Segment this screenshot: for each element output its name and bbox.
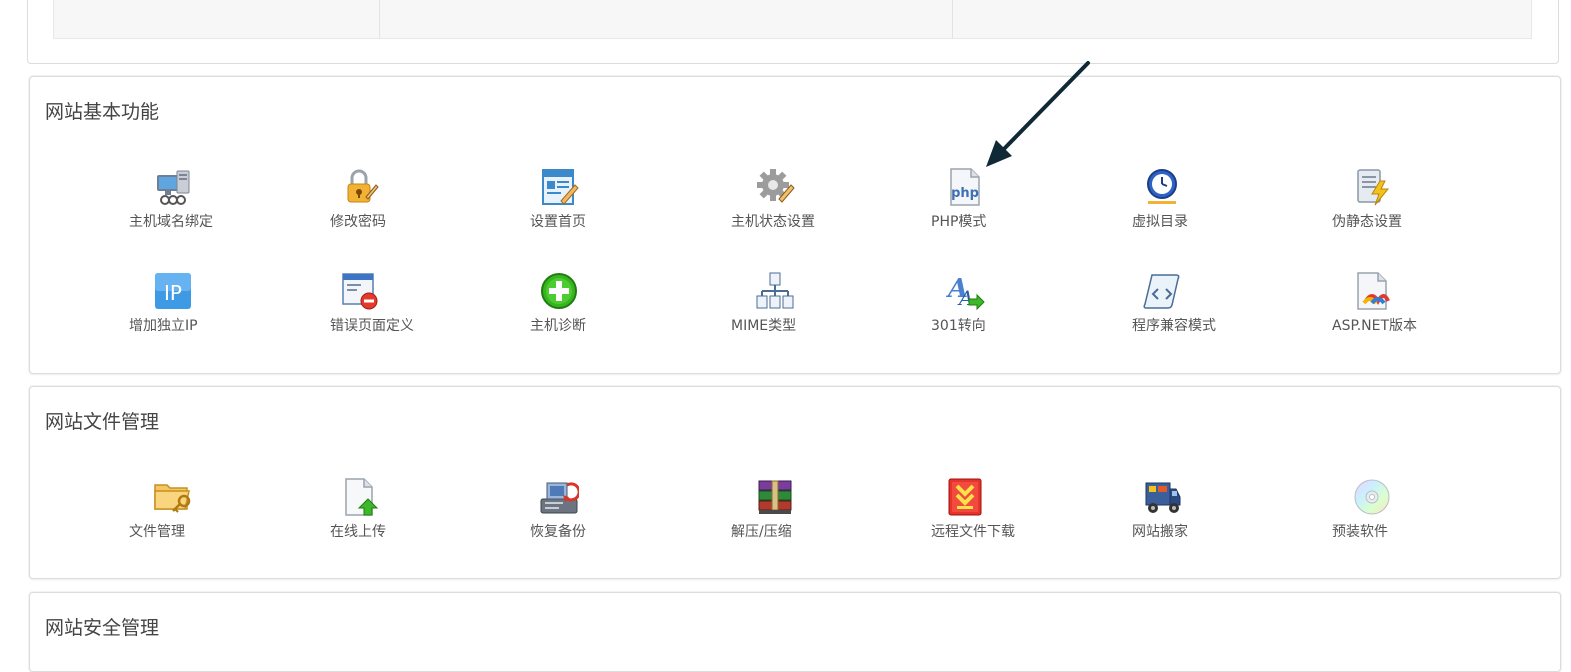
svg-text:php: php bbox=[951, 186, 979, 201]
lock-edit-icon bbox=[340, 167, 380, 207]
function-item-label: 伪静态设置 bbox=[1332, 214, 1402, 230]
function-item-label: PHP模式 bbox=[931, 214, 987, 230]
cd-disc-icon bbox=[1352, 477, 1392, 517]
function-item-2-1-5[interactable]: 远程文件下载 bbox=[931, 477, 1101, 547]
php-file-icon: php bbox=[945, 167, 985, 207]
top-panel bbox=[27, 0, 1559, 64]
folder-key-icon bbox=[153, 477, 193, 517]
function-item-label: 301转向 bbox=[931, 318, 986, 334]
function-item-1-1-5[interactable]: php PHP模式 bbox=[931, 167, 1101, 237]
function-item-2-1-2[interactable]: 在线上传 bbox=[330, 477, 500, 547]
function-item-2-1-1[interactable]: 文件管理 bbox=[129, 477, 299, 547]
function-item-1-1-3[interactable]: 设置首页 bbox=[530, 167, 700, 237]
function-item-1-1-2[interactable]: 修改密码 bbox=[330, 167, 500, 237]
section-title: 网站安全管理 bbox=[45, 617, 160, 639]
section-basic-functions: 网站基本功能 主机域名绑定 修改密码 设置首页 主机状态设置 php PHP模式 虚拟目录伪… bbox=[29, 76, 1561, 374]
section-security-management: 网站安全管理 bbox=[29, 592, 1561, 672]
function-item-label: MIME类型 bbox=[731, 318, 797, 334]
function-item-label: 修改密码 bbox=[330, 214, 386, 230]
scroll-code-icon bbox=[1142, 271, 1182, 311]
red-download-icon bbox=[945, 477, 985, 517]
archive-books-icon bbox=[755, 477, 795, 517]
svg-text:IP: IP bbox=[164, 281, 182, 305]
computer-network-icon bbox=[153, 167, 193, 207]
function-item-label: 恢复备份 bbox=[530, 524, 586, 540]
function-item-1-2-2[interactable]: 错误页面定义 bbox=[330, 271, 500, 341]
function-item-label: 解压/压缩 bbox=[731, 524, 792, 540]
page-edit-icon bbox=[539, 167, 579, 207]
table-column-divider bbox=[379, 0, 380, 38]
function-item-2-1-4[interactable]: 解压/压缩 bbox=[731, 477, 901, 547]
function-item-2-1-6[interactable]: 网站搬家 bbox=[1132, 477, 1302, 547]
function-item-label: 主机域名绑定 bbox=[129, 214, 213, 230]
function-grid: 主机域名绑定 修改密码 设置首页 主机状态设置 php PHP模式 虚拟目录 伪静态设置 IP 增… bbox=[30, 77, 1560, 373]
function-item-1-1-7[interactable]: 伪静态设置 bbox=[1332, 167, 1502, 237]
dotnet-file-icon bbox=[1352, 271, 1392, 311]
function-item-1-1-6[interactable]: 虚拟目录 bbox=[1132, 167, 1302, 237]
function-item-1-2-3[interactable]: 主机诊断 bbox=[530, 271, 700, 341]
sitemap-icon bbox=[755, 271, 795, 311]
function-item-label: 在线上传 bbox=[330, 524, 386, 540]
function-item-label: 主机状态设置 bbox=[731, 214, 815, 230]
function-item-1-2-1[interactable]: IP 增加独立IP bbox=[129, 271, 299, 341]
function-item-label: 主机诊断 bbox=[530, 318, 586, 334]
function-item-1-1-4[interactable]: 主机状态设置 bbox=[731, 167, 901, 237]
function-item-label: 文件管理 bbox=[129, 524, 185, 540]
backup-restore-icon bbox=[539, 477, 579, 517]
gear-edit-icon bbox=[755, 167, 795, 207]
section-file-management: 网站文件管理 文件管理 在线上传 恢复备份 解压/压缩 远程文件下载 网站搬家 预装软件 bbox=[29, 386, 1561, 579]
function-item-1-2-7[interactable]: ASP.NET版本 bbox=[1332, 271, 1502, 341]
function-item-1-2-5[interactable]: A A 301转向 bbox=[931, 271, 1101, 341]
function-grid: 文件管理 在线上传 恢复备份 解压/压缩 远程文件下载 网站搬家 预装软件 bbox=[30, 387, 1560, 578]
function-item-label: 远程文件下载 bbox=[931, 524, 1015, 540]
function-item-label: 增加独立IP bbox=[129, 318, 198, 334]
function-item-label: 设置首页 bbox=[530, 214, 586, 230]
function-item-label: ASP.NET版本 bbox=[1332, 318, 1418, 334]
clock-globe-icon bbox=[1142, 167, 1182, 207]
function-item-label: 程序兼容模式 bbox=[1132, 318, 1216, 334]
svg-text:A: A bbox=[957, 286, 973, 310]
green-plus-icon bbox=[539, 271, 579, 311]
function-item-label: 网站搬家 bbox=[1132, 524, 1188, 540]
top-table bbox=[53, 0, 1532, 39]
function-item-1-2-6[interactable]: 程序兼容模式 bbox=[1132, 271, 1302, 341]
file-upload-icon bbox=[340, 477, 380, 517]
function-item-2-1-7[interactable]: 预装软件 bbox=[1332, 477, 1502, 547]
document-lightning-icon bbox=[1352, 167, 1392, 207]
font-arrow-icon: AA bbox=[945, 271, 985, 311]
window-error-icon bbox=[340, 271, 380, 311]
table-column-divider bbox=[952, 0, 953, 38]
function-item-label: 预装软件 bbox=[1332, 524, 1388, 540]
function-item-1-1-1[interactable]: 主机域名绑定 bbox=[129, 167, 299, 237]
function-item-2-1-3[interactable]: 恢复备份 bbox=[530, 477, 700, 547]
moving-truck-icon bbox=[1142, 477, 1182, 517]
function-item-label: 虚拟目录 bbox=[1132, 214, 1188, 230]
function-item-1-2-4[interactable]: MIME类型 bbox=[731, 271, 901, 341]
ip-badge-icon: IP bbox=[153, 271, 193, 311]
function-item-label: 错误页面定义 bbox=[330, 318, 414, 334]
